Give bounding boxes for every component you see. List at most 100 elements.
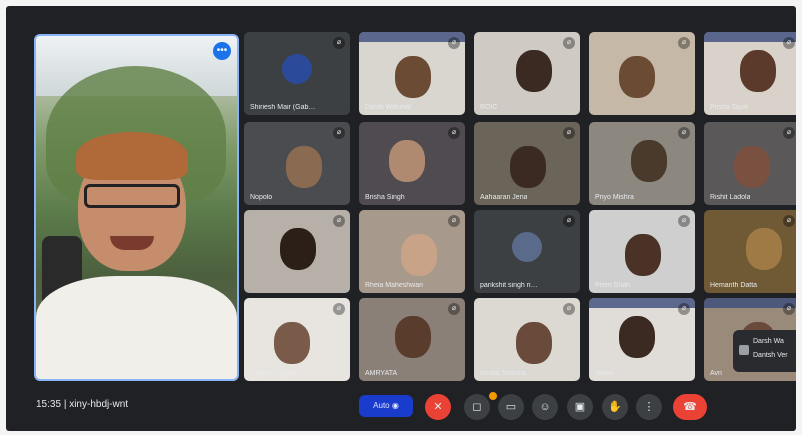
- participant-tile[interactable]: ⌀ AMRYATA: [359, 298, 465, 381]
- meeting-info: 15:35 | xiny-hbdj-wnt: [36, 399, 128, 410]
- participant-tile[interactable]: ⌀ Priyo Mishra: [589, 122, 695, 205]
- participant-face: [280, 228, 316, 270]
- participant-face: [619, 56, 655, 98]
- camera-icon[interactable]: ◻: [464, 394, 490, 420]
- participant-face: [401, 234, 437, 276]
- participant-name: Shiriesh Mair (Gab…: [250, 104, 316, 111]
- avatar: [282, 54, 312, 84]
- participant-name: parikshit singh ri…: [480, 282, 538, 289]
- mic-status-icon: ⌀: [333, 215, 345, 227]
- notification-dot: [489, 392, 497, 400]
- participant-name: Rheia Maheshwari: [365, 282, 423, 289]
- school-banner: [704, 298, 796, 308]
- present-icon[interactable]: ▣: [567, 394, 593, 420]
- pin-icon[interactable]: [739, 345, 749, 355]
- participant-tile[interactable]: ⌀: [589, 32, 695, 115]
- auto-button[interactable]: Auto ◉: [359, 395, 413, 417]
- mic-status-icon: ⌀: [448, 303, 460, 315]
- participant-name: Avn: [710, 370, 722, 377]
- participant-face: [286, 146, 322, 188]
- participant-name: Niveo: [595, 370, 613, 377]
- mic-status-icon: ⌀: [448, 37, 460, 49]
- participant-face: [734, 146, 770, 188]
- participant-name: Priyo Mishra: [595, 194, 634, 201]
- popup-line-2: Dantsh Ver: [753, 352, 788, 359]
- speaker-shirt: [36, 276, 237, 379]
- participant-face: [395, 316, 431, 358]
- participant-tile[interactable]: ⌀ parikshit singh ri…: [474, 210, 580, 293]
- participant-name: AMRYATA: [365, 370, 398, 377]
- participant-tile[interactable]: ⌀ Hemanth Datta: [704, 210, 796, 293]
- participant-tile[interactable]: ⌀ ROIC: [474, 32, 580, 115]
- speaker-glasses: [84, 184, 180, 208]
- mic-status-icon: ⌀: [563, 127, 575, 139]
- meeting-time: 15:35: [36, 399, 62, 410]
- participant-face: [510, 146, 546, 188]
- participant-face: [625, 234, 661, 276]
- captions-icon[interactable]: ▭: [498, 394, 524, 420]
- participant-name: Aahaaran Jena: [480, 194, 528, 201]
- participant-tile[interactable]: ⌀: [244, 210, 350, 293]
- mic-status-icon: ⌀: [333, 303, 345, 315]
- participant-tile[interactable]: ⌀ Aahaaran Jena: [474, 122, 580, 205]
- participant-name: Aaryan Nagpal: [250, 370, 297, 377]
- avatar: [512, 232, 542, 262]
- participant-name: Hemanth Datta: [710, 282, 758, 289]
- participant-name: Rishit Ladola: [710, 194, 751, 201]
- meet-window: ••• ⌀ Shiriesh Mair (Gab… ⌀ Darsh Walunat ⌀ R…: [6, 6, 796, 431]
- participant-name: Darsh Walunat: [365, 104, 412, 111]
- mic-status-icon: ⌀: [563, 215, 575, 227]
- speaker-hair: [76, 132, 188, 180]
- mic-status-icon: ⌀: [563, 37, 575, 49]
- participant-name: ROIC: [480, 104, 498, 111]
- popup-line-1: Darsh Wa: [753, 338, 784, 345]
- participant-face: [740, 50, 776, 92]
- participant-tile[interactable]: ⌀ Prisha Tayal: [704, 32, 796, 115]
- pinned-speaker-tile[interactable]: •••: [34, 34, 239, 381]
- mic-status-icon: ⌀: [783, 215, 795, 227]
- participant-tile[interactable]: ⌀ Brisha Singh: [359, 122, 465, 205]
- participant-face: [516, 50, 552, 92]
- mic-status-icon: ⌀: [448, 215, 460, 227]
- emoji-icon[interactable]: ☺: [532, 394, 558, 420]
- more-options-icon[interactable]: •••: [213, 42, 231, 60]
- mic-status-icon: ⌀: [448, 127, 460, 139]
- bottom-control-bar: 15:35 | xiny-hbdj-wnt Auto ◉ ✕ ◻ ▭ ☺ ▣ ✋…: [6, 386, 796, 431]
- separator: |: [63, 399, 67, 410]
- participant-tile[interactable]: ⌀ Niveo: [589, 298, 695, 381]
- mic-status-icon: ⌀: [678, 127, 690, 139]
- participant-face: [274, 322, 310, 364]
- more-options-icon[interactable]: ⋮: [636, 394, 662, 420]
- participant-name: Nopolo: [250, 194, 273, 201]
- participant-tile[interactable]: ⌀ Nopolo: [244, 122, 350, 205]
- participant-face: [389, 140, 425, 182]
- participant-face: [746, 228, 782, 270]
- mic-status-icon: ⌀: [678, 215, 690, 227]
- mic-off-icon[interactable]: ✕: [425, 394, 451, 420]
- participant-tile[interactable]: ⌀ Prem Shah: [589, 210, 695, 293]
- mic-status-icon: ⌀: [333, 127, 345, 139]
- participant-tile[interactable]: ⌀ Shiriesh Mair (Gab…: [244, 32, 350, 115]
- school-banner: [704, 32, 796, 42]
- participant-name: Anvita Sharma: [480, 370, 526, 377]
- raise-hand-icon[interactable]: ✋: [602, 394, 628, 420]
- participant-tile[interactable]: ⌀ Rishit Ladola: [704, 122, 796, 205]
- participant-name: Prem Shah: [595, 282, 631, 289]
- mic-status-icon: ⌀: [783, 37, 795, 49]
- participant-name: Brisha Singh: [365, 194, 405, 201]
- participant-tile[interactable]: ⌀ Darsh Walunat: [359, 32, 465, 115]
- meeting-code: xiny-hbdj-wnt: [69, 399, 129, 410]
- participant-tile[interactable]: ⌀ Aaryan Nagpal: [244, 298, 350, 381]
- participant-face: [631, 140, 667, 182]
- mic-status-icon: ⌀: [783, 303, 795, 315]
- participant-tile[interactable]: ⌀ Rheia Maheshwari: [359, 210, 465, 293]
- mic-status-icon: ⌀: [678, 303, 690, 315]
- participant-face: [619, 316, 655, 358]
- mic-status-icon: ⌀: [563, 303, 575, 315]
- participant-tile[interactable]: ⌀ Anvita Sharma: [474, 298, 580, 381]
- mic-status-icon: ⌀: [333, 37, 345, 49]
- leave-call-button[interactable]: ☎: [673, 394, 707, 420]
- participant-face: [516, 322, 552, 364]
- participant-popup[interactable]: Darsh Wa Dantsh Ver: [733, 330, 796, 372]
- participant-name: Prisha Tayal: [710, 104, 749, 111]
